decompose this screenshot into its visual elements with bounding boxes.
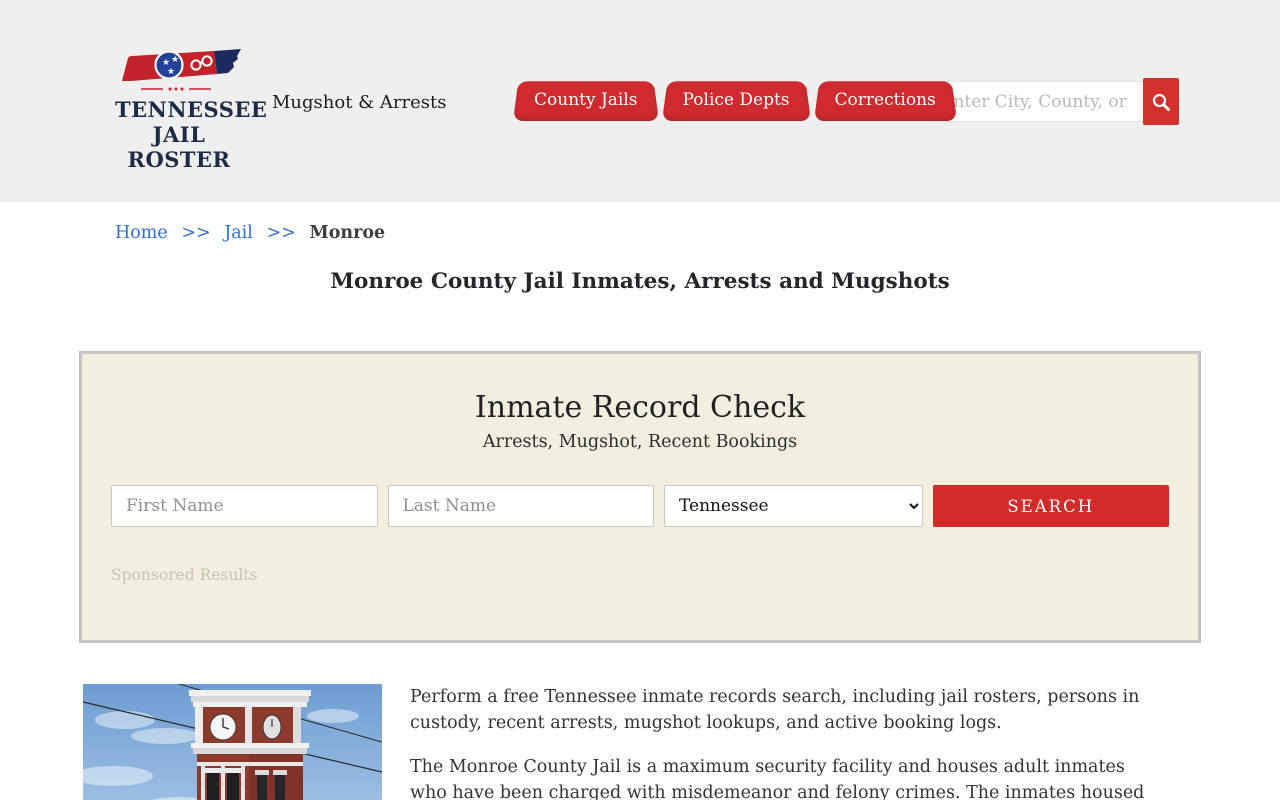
svg-text:★: ★ [171,55,179,65]
sponsored-results-label: Sponsored Results [111,566,258,584]
last-name-input[interactable] [387,485,654,527]
breadcrumb-current: Monroe [309,223,386,243]
header-search [928,78,1179,125]
nav-county-jails[interactable]: County Jails [513,78,659,121]
breadcrumb-jail-link[interactable]: Jail [224,223,253,243]
search-submit-button[interactable]: SEARCH [932,485,1169,527]
logo-text-line1: TENNESSEE [115,97,268,122]
panel-subheading: Arrests, Mugshot, Recent Bookings [482,432,798,452]
tennessee-state-icon: ★ ★ ★ [122,49,241,91]
inmate-record-check-panel: Inmate Record Check Arrests, Mugshot, Re… [79,351,1201,643]
panel-heading: Inmate Record Check [474,390,806,425]
site-tagline: Mugshot & Arrests [272,92,447,113]
breadcrumb-home-link[interactable]: Home [115,223,168,243]
breadcrumb: Home >> Jail >> Monroe [115,223,1280,243]
main-nav: County Jails Police Depts Corrections [513,78,960,121]
page: ★ ★ ★ TENNESSEE JAIL ROSTER Mugshot & Ar… [0,0,1280,800]
breadcrumb-separator: >> [266,223,296,243]
search-form: Tennessee SEARCH [82,485,1198,527]
content-section: Perform a free Tennessee inmate records … [83,684,1280,800]
description-text: Perform a free Tennessee inmate records … [410,684,1152,800]
first-name-input[interactable] [111,485,378,527]
nav-corrections[interactable]: Corrections [814,78,957,121]
courthouse-photo [83,684,382,800]
facility-search-input[interactable] [928,81,1143,122]
description-paragraph-1: Perform a free Tennessee inmate records … [410,687,1140,734]
facility-search-button[interactable] [1143,78,1179,125]
breadcrumb-separator: >> [181,223,211,243]
logo-text-line2: JAIL ROSTER [127,121,231,172]
site-header: ★ ★ ★ TENNESSEE JAIL ROSTER Mugshot & Ar… [0,0,1280,202]
search-icon [1152,93,1170,111]
site-logo[interactable]: ★ ★ ★ TENNESSEE JAIL ROSTER [115,48,268,172]
nav-police-depts[interactable]: Police Depts [662,78,811,121]
state-select[interactable]: Tennessee [664,485,923,527]
description-paragraph-2: The Monroe County Jail is a maximum secu… [410,756,1145,800]
page-title: Monroe County Jail Inmates, Arrests and … [330,269,950,294]
svg-text:★: ★ [167,67,175,77]
